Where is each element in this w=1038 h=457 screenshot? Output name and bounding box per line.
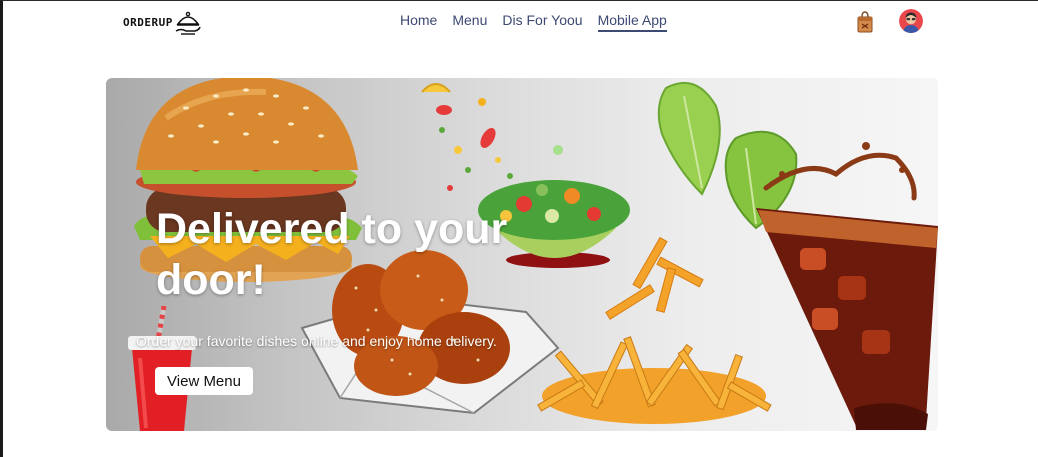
hero-title: Delivered to your door!: [156, 205, 508, 304]
fries-pile-image: [537, 336, 772, 424]
nav-home[interactable]: Home: [400, 12, 437, 32]
main-nav: Home Menu Dis For Yoou Mobile App: [400, 12, 667, 32]
brand-name: ORDERUP: [123, 15, 173, 29]
french-fries-image: [605, 236, 704, 320]
window-edge-top: [0, 0, 1038, 1]
view-menu-button[interactable]: View Menu: [155, 367, 253, 395]
user-avatar[interactable]: [899, 9, 923, 33]
window-edge-left: [0, 0, 3, 457]
cloche-icon: [175, 11, 201, 35]
brand-logo[interactable]: ORDERUP: [123, 5, 201, 39]
nav-mobile-app[interactable]: Mobile App: [597, 12, 667, 32]
shopping-bag-icon[interactable]: [856, 11, 874, 33]
nav-menu[interactable]: Menu: [452, 12, 487, 32]
hero-subtitle: Order your favorite dishes online and en…: [136, 333, 497, 349]
nav-dis-for-yoou[interactable]: Dis For Yoou: [502, 12, 582, 32]
hero-banner: Delivered to your door! Order your favor…: [106, 78, 938, 431]
floating-vegetables: [421, 83, 513, 191]
lettuce-image: [657, 81, 798, 230]
